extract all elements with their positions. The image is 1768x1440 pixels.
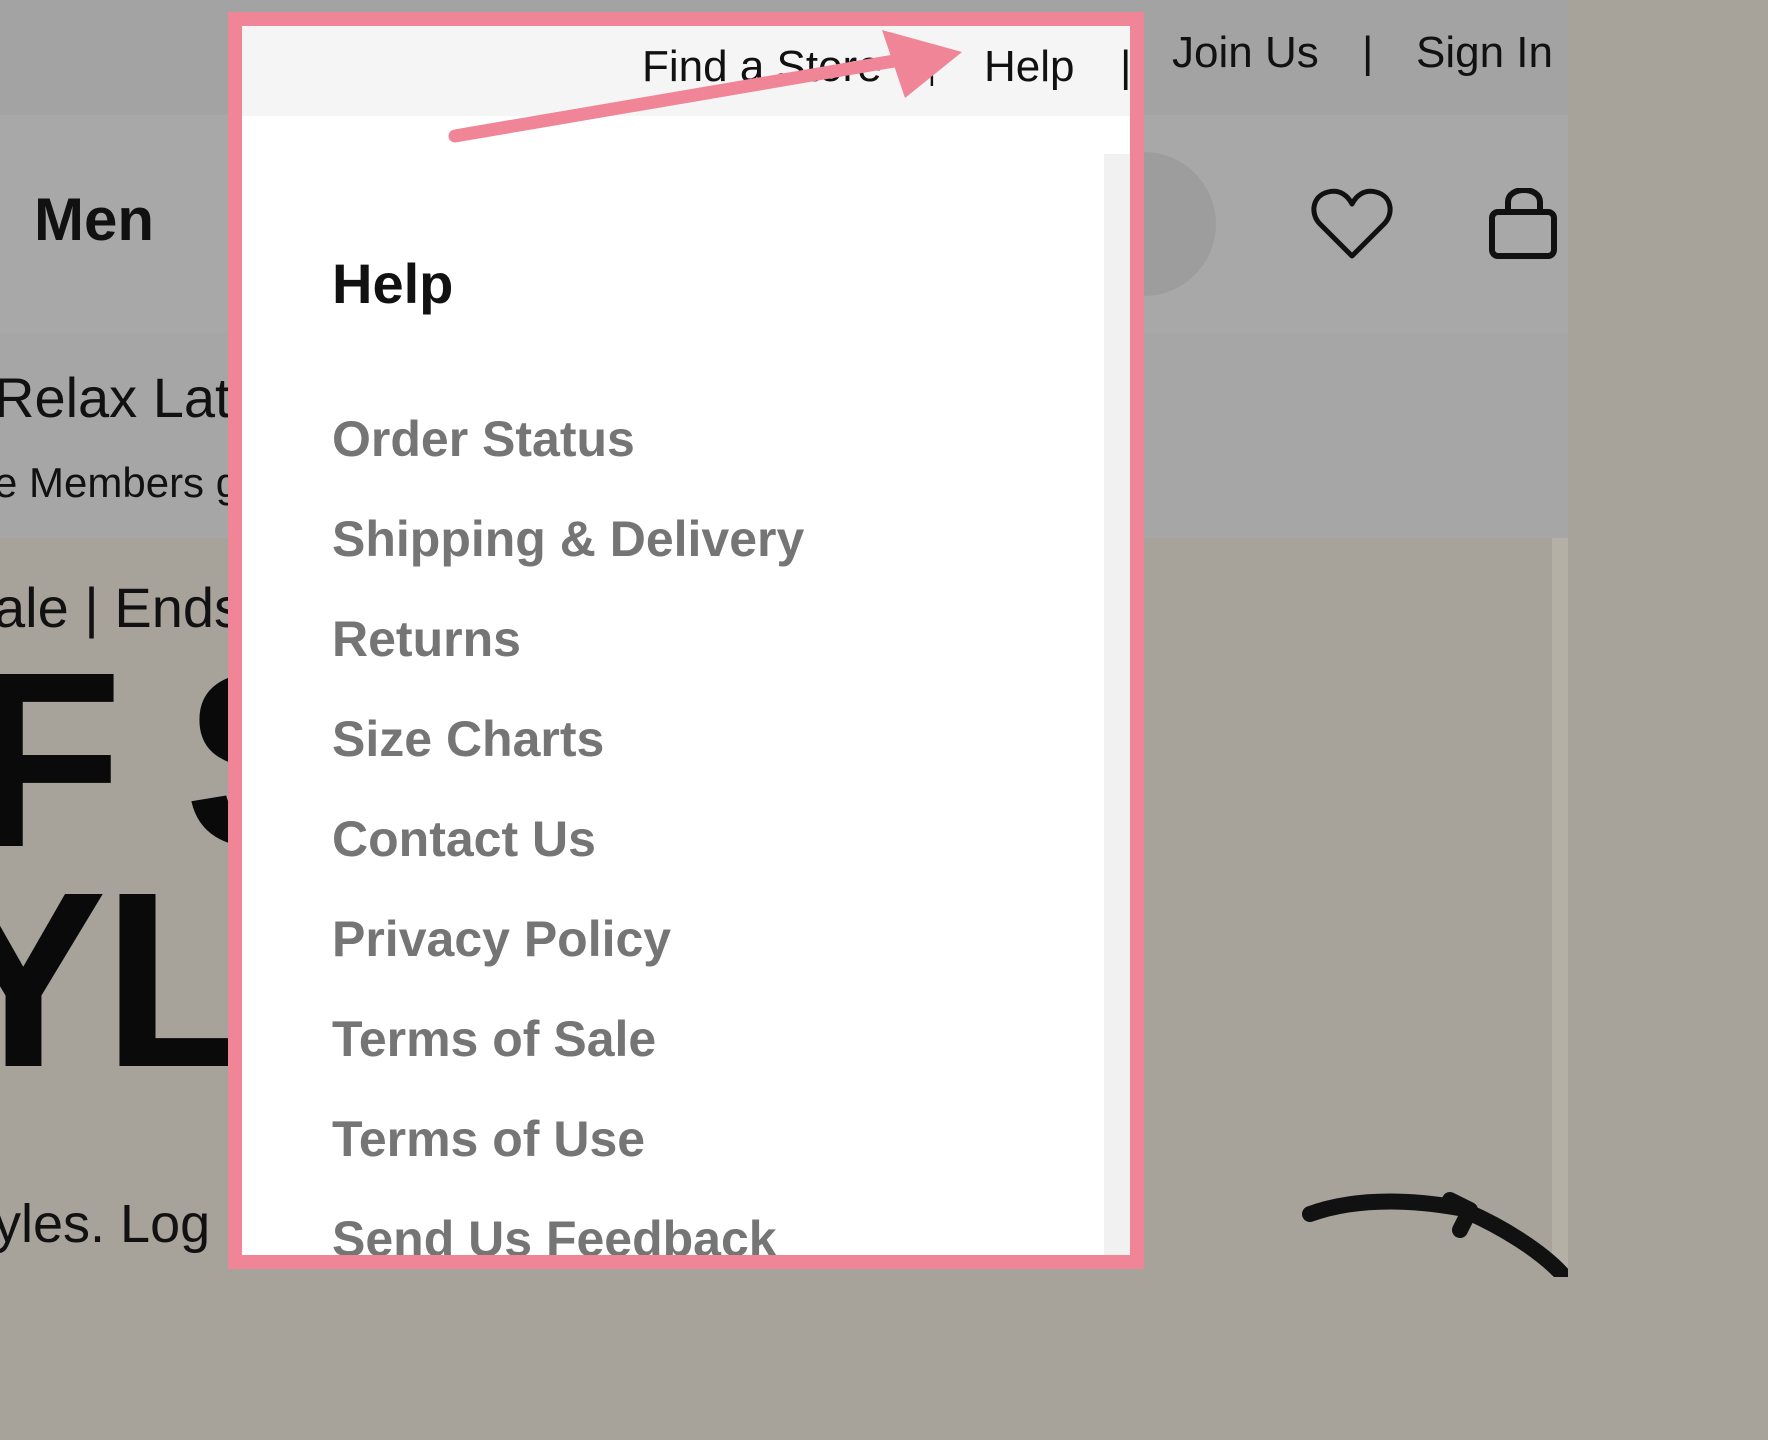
menu-item-shipping-delivery[interactable]: Shipping & Delivery xyxy=(332,511,804,611)
separator: | xyxy=(1362,28,1374,77)
promo-title: Relax Lat xyxy=(0,366,231,429)
separator: | xyxy=(1120,42,1132,91)
bag-icon[interactable] xyxy=(1488,186,1560,265)
menu-item-contact-us[interactable]: Contact Us xyxy=(332,811,804,911)
nav-item-men[interactable]: Men xyxy=(34,188,154,252)
help-menu-list: Order Status Shipping & Delivery Returns… xyxy=(332,411,804,1255)
menu-item-returns[interactable]: Returns xyxy=(332,611,804,711)
sign-in-link[interactable]: Sign In xyxy=(1416,28,1553,78)
menu-item-send-feedback[interactable]: Send Us Feedback xyxy=(332,1211,804,1255)
separator: | xyxy=(928,54,936,87)
promo-subtitle: e Members g xyxy=(0,459,240,506)
menu-item-terms-of-use[interactable]: Terms of Use xyxy=(332,1111,804,1211)
join-us-link[interactable]: Join Us xyxy=(1172,28,1319,78)
help-menu-panel: Find a Store | Help | Help Order Status … xyxy=(228,12,1144,1269)
scribble-arrow-icon xyxy=(1300,1190,1570,1282)
help-menu-title: Help xyxy=(332,252,454,315)
menu-item-order-status[interactable]: Order Status xyxy=(332,411,804,511)
menu-item-terms-of-sale[interactable]: Terms of Sale xyxy=(332,1011,804,1111)
heart-icon[interactable] xyxy=(1310,186,1394,267)
menu-item-size-charts[interactable]: Size Charts xyxy=(332,711,804,811)
find-store-link[interactable]: Find a Store xyxy=(642,42,882,92)
hero-edge xyxy=(1552,538,1568,1277)
menu-item-privacy-policy[interactable]: Privacy Policy xyxy=(332,911,804,1011)
help-menu-surface: Find a Store | Help | Help Order Status … xyxy=(242,26,1130,1255)
hero-tagline: yles. Log xyxy=(0,1194,211,1254)
panel-scroll-edge xyxy=(1104,154,1130,1255)
help-link[interactable]: Help xyxy=(984,42,1075,92)
